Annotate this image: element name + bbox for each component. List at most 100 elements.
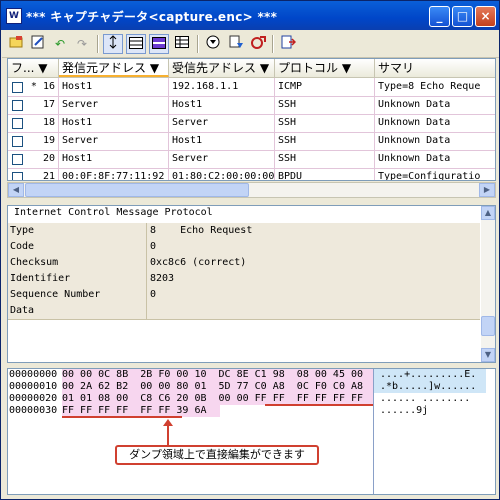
scroll-down-icon[interactable]: ▼ — [481, 348, 495, 362]
cell-summary: Type=8 Echo Reque — [375, 78, 495, 96]
field-value: 0 — [150, 241, 157, 252]
cell-src: Host1 — [59, 78, 169, 96]
packet-list-hscrollbar[interactable]: ◀ ▶ — [7, 182, 496, 198]
col-protocol[interactable]: プロトコル ▼ — [275, 59, 375, 77]
sort-arrow-icon: ▼ — [38, 61, 48, 75]
cell-summary: Unknown Data — [375, 96, 495, 114]
ascii-line[interactable]: ...... ........ — [380, 393, 470, 405]
detail-row[interactable]: Type 8 Echo Request — [8, 223, 480, 240]
undo-icon[interactable]: ↶ — [50, 34, 70, 54]
window-title: *** キャプチャデータ<capture.enc> *** — [26, 10, 278, 24]
cell-proto: ICMP — [275, 78, 375, 96]
col-source[interactable]: 発信元アドレス ▼ — [59, 59, 169, 77]
table-view-icon[interactable] — [172, 34, 192, 54]
title-bar[interactable]: W *** キャプチャデータ<capture.enc> *** _ □ × — [1, 1, 499, 30]
cell-dst: 192.168.1.1 — [169, 78, 275, 96]
field-value: 0xc8c6 (correct) — [150, 257, 247, 268]
detail-row[interactable]: Data — [8, 303, 480, 320]
offset: 00000000 — [9, 369, 58, 380]
cell-summary: Unknown Data — [375, 150, 495, 168]
down-circle-icon[interactable] — [203, 34, 223, 54]
scroll-right-icon[interactable]: ▶ — [479, 183, 495, 197]
sort-arrow-icon: ▼ — [259, 61, 270, 75]
cell-proto: SSH — [275, 132, 375, 150]
table-row[interactable]: 21 00:0F:8F:77:11:92 01:80:C2:00:00:00 BPDU… — [8, 168, 495, 180]
offset: 00000020 — [9, 393, 58, 404]
packet-list[interactable]: フ... ▼ 発信元アドレス ▼ 受信先アドレス ▼ プロトコル ▼ サマリ *… — [7, 58, 496, 181]
scroll-up-icon[interactable]: ▲ — [481, 206, 495, 220]
export-icon[interactable] — [278, 34, 298, 54]
hex-dump-pane[interactable]: 00000000 00000010 00000020 00000030 00 0… — [7, 368, 496, 495]
cell-num: 17 — [8, 96, 59, 114]
close-button[interactable]: × — [475, 6, 496, 27]
field-name: Code — [8, 239, 147, 255]
table-row[interactable]: 19 Server Host1 SSH Unknown Data — [8, 132, 495, 151]
split-view-icon[interactable] — [149, 34, 169, 54]
cell-proto: SSH — [275, 114, 375, 132]
detail-vscrollbar[interactable]: ▲ ▼ — [481, 206, 495, 362]
minimize-button[interactable]: _ — [429, 6, 450, 27]
field-name: Data — [8, 303, 147, 319]
ascii-line[interactable]: ....+.........E. — [380, 369, 476, 381]
col-frame[interactable]: フ... ▼ — [8, 59, 59, 77]
table-row[interactable]: 18 Host1 Server SSH Unknown Data — [8, 114, 495, 133]
field-value: 0 — [150, 289, 157, 300]
scroll-thumb[interactable] — [481, 316, 495, 336]
main-window: W *** キャプチャデータ<capture.enc> *** _ □ × ↶ … — [0, 0, 500, 500]
col-destination[interactable]: 受信先アドレス ▼ — [169, 59, 275, 77]
cell-src: Server — [59, 96, 169, 114]
protocol-name: Internet Control Message Protocol — [14, 207, 213, 218]
offset-column: 00000000 00000010 00000020 00000030 — [8, 369, 61, 494]
cell-proto: BPDU — [275, 168, 375, 180]
app-icon[interactable]: W — [6, 8, 22, 24]
detail-row[interactable]: Identifier 8203 — [8, 271, 480, 288]
detail-row[interactable]: Checksum 0xc8c6 (correct) — [8, 255, 480, 272]
table-row[interactable]: * 16 Host1 192.168.1.1 ICMP Type=8 Echo Requ… — [8, 78, 495, 97]
filter-icon[interactable] — [226, 34, 246, 54]
edited-bytes-underline — [265, 404, 373, 406]
detail-row[interactable]: Code 0 — [8, 239, 480, 256]
cell-dst: 01:80:C2:00:00:00 — [169, 168, 275, 180]
sort-arrow-icon: ▼ — [149, 61, 160, 75]
table-row[interactable]: 17 Server Host1 SSH Unknown Data — [8, 96, 495, 115]
field-name: Type — [8, 223, 147, 239]
fit-icon[interactable] — [103, 34, 123, 54]
ascii-line[interactable]: ......9j — [380, 405, 428, 417]
cell-summary: Unknown Data — [375, 132, 495, 150]
open-icon[interactable] — [6, 34, 26, 54]
field-name: Sequence Number — [8, 287, 147, 303]
cell-src: Server — [59, 132, 169, 150]
hex-line[interactable]: 00 00 0C 8B 2B F0 00 10 DC 8E C1 98 08 0… — [62, 369, 363, 381]
cell-num: * 16 — [8, 78, 59, 96]
packet-list-header: フ... ▼ 発信元アドレス ▼ 受信先アドレス ▼ プロトコル ▼ サマリ — [8, 59, 495, 78]
offset: 00000030 — [9, 405, 58, 416]
list-view-icon[interactable] — [126, 34, 146, 54]
cell-proto: SSH — [275, 150, 375, 168]
pane-splitter[interactable] — [7, 200, 496, 204]
cell-src: Host1 — [59, 150, 169, 168]
cell-dst: Server — [169, 150, 275, 168]
edit-icon[interactable] — [28, 34, 48, 54]
cell-src: 00:0F:8F:77:11:92 — [59, 168, 169, 180]
stop-icon[interactable] — [249, 34, 269, 54]
ascii-line[interactable]: .*b.....]w...... — [380, 381, 476, 393]
callout-arrow-line — [167, 425, 169, 445]
field-name: Identifier — [8, 271, 147, 287]
protocol-detail-pane[interactable]: Internet Control Message Protocol Type 8 … — [7, 205, 496, 363]
scroll-thumb[interactable] — [25, 183, 249, 197]
hex-line[interactable]: 00 2A 62 B2 00 00 80 01 5D 77 C0 A8 0C F… — [62, 381, 363, 393]
field-value: 8 Echo Request — [150, 225, 253, 236]
offset: 00000010 — [9, 381, 58, 392]
scroll-left-icon[interactable]: ◀ — [8, 183, 24, 197]
table-row[interactable]: 20 Host1 Server SSH Unknown Data — [8, 150, 495, 169]
sort-arrow-icon: ▼ — [341, 61, 352, 75]
cell-num: 21 — [8, 168, 59, 180]
cell-num: 18 — [8, 114, 59, 132]
cell-dst: Server — [169, 114, 275, 132]
redo-icon[interactable]: ↷ — [72, 34, 92, 54]
field-value: 8203 — [150, 273, 175, 284]
detail-row[interactable]: Sequence Number 0 — [8, 287, 480, 304]
col-summary[interactable]: サマリ — [375, 59, 495, 77]
maximize-button[interactable]: □ — [452, 6, 473, 27]
toolbar: ↶ ↷ — [2, 31, 499, 58]
